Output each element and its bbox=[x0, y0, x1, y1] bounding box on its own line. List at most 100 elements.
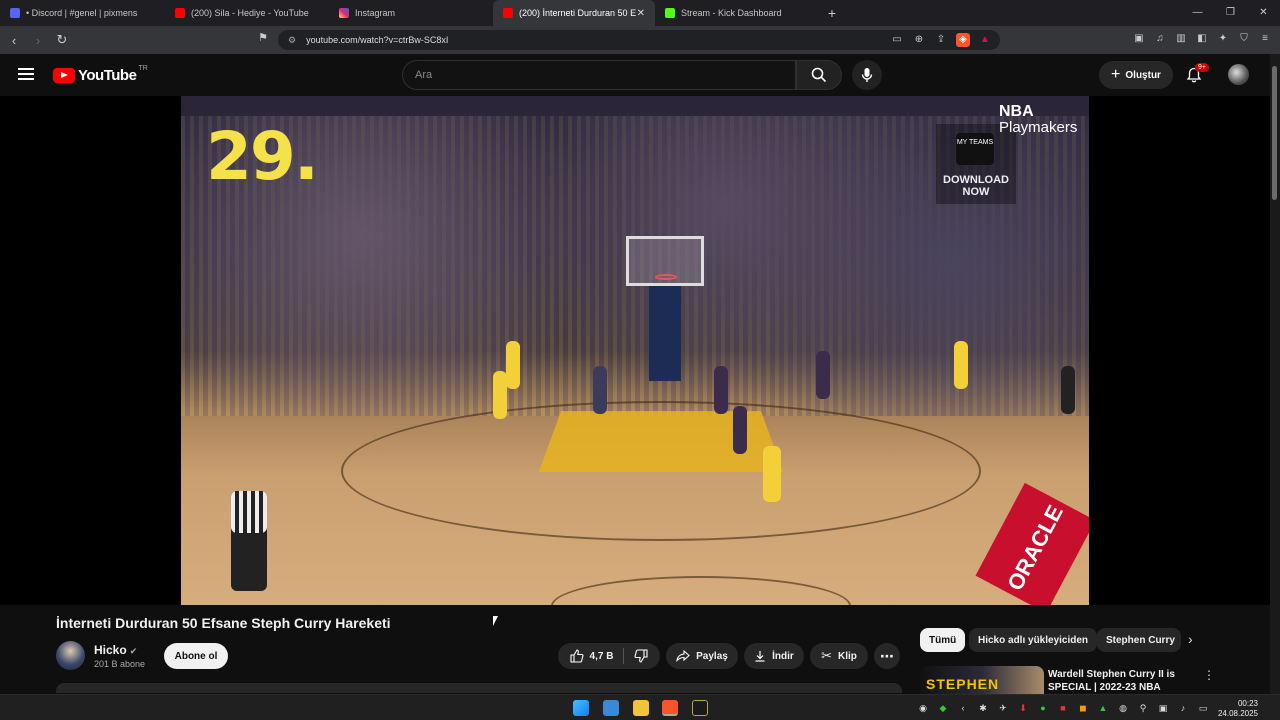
brave-browser-icon[interactable] bbox=[662, 700, 678, 716]
chip-stephen-curry[interactable]: Stephen Curry bbox=[1097, 628, 1181, 652]
app-icon[interactable] bbox=[692, 700, 708, 716]
subscribe-button[interactable]: Abone ol bbox=[164, 643, 228, 669]
tray-app-icon[interactable]: ◼ bbox=[1076, 701, 1090, 715]
chip-from-uploader[interactable]: Hicko adlı yükleyiciden bbox=[969, 628, 1098, 652]
mouse-cursor bbox=[493, 616, 501, 626]
description-box[interactable] bbox=[56, 683, 902, 693]
player bbox=[816, 351, 830, 399]
chip-all[interactable]: Tümü bbox=[920, 628, 966, 652]
forward-icon[interactable]: › bbox=[28, 33, 48, 48]
like-count[interactable]: 4,7 B bbox=[590, 651, 614, 662]
network-icon[interactable]: ▣ bbox=[1156, 701, 1170, 715]
youtube-header: YouTube TR Ara + Oluştur 9+ bbox=[0, 54, 1280, 96]
tray-app-icon[interactable]: ■ bbox=[1056, 701, 1070, 715]
restore-icon[interactable]: ❐ bbox=[1214, 0, 1247, 26]
referee bbox=[1061, 366, 1075, 414]
window-controls: — ❐ ✕ bbox=[1181, 0, 1280, 26]
tray-app-icon[interactable]: ⚲ bbox=[1136, 701, 1150, 715]
clip-button[interactable]: ✂ Klip bbox=[810, 643, 868, 669]
search-button[interactable] bbox=[796, 60, 842, 90]
tray-chevron-icon[interactable]: ‹ bbox=[956, 701, 970, 715]
video-player[interactable]: 29. DOWNLOAD NOW MY TEAMS NBA Playmakers… bbox=[181, 96, 1089, 605]
hamburger-menu-icon[interactable] bbox=[18, 68, 34, 80]
referee-foreground bbox=[231, 491, 267, 591]
brave-shield-icon[interactable]: ◈ bbox=[956, 33, 970, 47]
tray-app-icon[interactable]: ✈ bbox=[996, 701, 1010, 715]
volume-icon[interactable]: ♪ bbox=[1176, 701, 1190, 715]
tray-app-icon[interactable]: ⬇ bbox=[1016, 701, 1030, 715]
tray-app-icon[interactable]: ◆ bbox=[936, 701, 950, 715]
hoop-rim bbox=[655, 274, 677, 280]
nba-playmakers-logo: NBA Playmakers bbox=[999, 103, 1078, 136]
search-input[interactable]: Ara bbox=[402, 60, 796, 90]
site-info-icon[interactable]: ⚙ bbox=[288, 35, 296, 46]
close-window-icon[interactable]: ✕ bbox=[1247, 0, 1280, 26]
recommended-video-thumbnail[interactable]: STEPHEN bbox=[920, 666, 1044, 694]
tray-app-icon[interactable]: ✱ bbox=[976, 701, 990, 715]
vpn-icon[interactable]: ⛉ bbox=[1237, 30, 1251, 48]
minimize-icon[interactable]: — bbox=[1181, 0, 1214, 26]
share-page-icon[interactable]: ⇪ bbox=[934, 33, 948, 47]
share-button[interactable]: Paylaş bbox=[666, 643, 738, 669]
brave-rewards-icon[interactable]: ▲ bbox=[978, 33, 992, 47]
download-button[interactable]: İndir bbox=[744, 643, 804, 669]
player bbox=[763, 446, 781, 502]
recommended-video-title[interactable]: Wardell Stephen Curry II is SPECIAL | 20… bbox=[1048, 668, 1198, 694]
tab-youtube-active[interactable]: (200) İnterneti Durduran 50 E ✕ bbox=[493, 0, 655, 26]
tray-app-icon[interactable]: ◉ bbox=[916, 701, 930, 715]
discord-icon bbox=[10, 8, 20, 18]
widgets-icon[interactable] bbox=[603, 700, 619, 716]
player bbox=[954, 341, 968, 389]
like-dislike-group: 4,7 B bbox=[558, 643, 660, 669]
channel-avatar[interactable] bbox=[56, 641, 85, 670]
leo-icon[interactable]: ✦ bbox=[1216, 30, 1230, 48]
scrollbar-thumb[interactable] bbox=[1272, 66, 1277, 200]
url-text: youtube.com/watch?v=ctrBw-SC8xI bbox=[306, 35, 449, 45]
tray-app-icon[interactable]: ● bbox=[1036, 701, 1050, 715]
menu-icon[interactable]: ≡ bbox=[1258, 30, 1272, 48]
tab-discord[interactable]: • Discord | #genel | pixmens bbox=[0, 0, 165, 26]
cast-icon[interactable]: ▭ bbox=[890, 33, 904, 47]
verified-icon: ✔ bbox=[129, 646, 138, 656]
wallet-icon[interactable]: ◧ bbox=[1195, 30, 1209, 48]
player bbox=[493, 371, 507, 419]
tray-app-icon[interactable]: ▲ bbox=[1096, 701, 1110, 715]
voice-search-button[interactable] bbox=[852, 60, 882, 90]
bookmark-icon[interactable]: ⚑ bbox=[258, 31, 268, 44]
player bbox=[714, 366, 728, 414]
tab-instagram[interactable]: Instagram bbox=[329, 0, 493, 26]
more-actions-button[interactable]: ⋯ bbox=[874, 643, 900, 669]
battery-icon[interactable]: ▭ bbox=[1196, 701, 1210, 715]
thumbs-down-icon[interactable] bbox=[634, 649, 649, 663]
zoom-icon[interactable]: ⊕ bbox=[912, 33, 926, 47]
browser-extensions: ▣ ♫ ▥ ◧ ✦ ⛉ ≡ bbox=[1132, 30, 1272, 48]
browser-tab-bar: • Discord | #genel | pixmens (200) Sila … bbox=[0, 0, 1280, 26]
account-avatar[interactable] bbox=[1228, 64, 1249, 85]
channel-name[interactable]: Hicko ✔ bbox=[94, 643, 137, 657]
tray-app-icon[interactable]: ◍ bbox=[1116, 701, 1130, 715]
plus-icon: + bbox=[1111, 66, 1121, 83]
thumbs-up-icon[interactable] bbox=[569, 649, 584, 663]
create-button[interactable]: + Oluştur bbox=[1099, 61, 1173, 89]
chevron-right-icon[interactable]: › bbox=[1188, 631, 1193, 647]
close-tab-icon[interactable]: ✕ bbox=[637, 8, 645, 19]
tab-youtube-sila[interactable]: (200) Sila - Hediye - YouTube bbox=[165, 0, 329, 26]
youtube-logo[interactable]: YouTube TR bbox=[53, 65, 148, 84]
subscriber-count: 201 B abone bbox=[94, 659, 146, 669]
tab-kick[interactable]: Stream - Kick Dashboard bbox=[655, 0, 819, 26]
youtube-play-icon bbox=[53, 68, 75, 83]
file-explorer-icon[interactable] bbox=[633, 700, 649, 716]
player bbox=[733, 406, 747, 454]
taskbar-clock[interactable]: 00:23 24.08.2025 bbox=[1218, 699, 1258, 719]
basket-stanchion bbox=[649, 286, 681, 381]
media-icon[interactable]: ♫ bbox=[1153, 30, 1167, 48]
screenshot-icon[interactable]: ▣ bbox=[1132, 30, 1146, 48]
overlay-rank-number: 29. bbox=[206, 118, 319, 195]
address-bar[interactable]: ⚙ youtube.com/watch?v=ctrBw-SC8xI ▭ ⊕ ⇪ … bbox=[278, 30, 1000, 50]
sidebar-icon[interactable]: ▥ bbox=[1174, 30, 1188, 48]
windows-start-icon[interactable] bbox=[573, 700, 589, 716]
kebab-menu-icon[interactable]: ⋮ bbox=[1203, 668, 1215, 682]
new-tab-button[interactable]: + bbox=[819, 5, 845, 21]
back-icon[interactable]: ‹ bbox=[4, 33, 24, 48]
reload-icon[interactable]: ↻ bbox=[52, 32, 72, 48]
